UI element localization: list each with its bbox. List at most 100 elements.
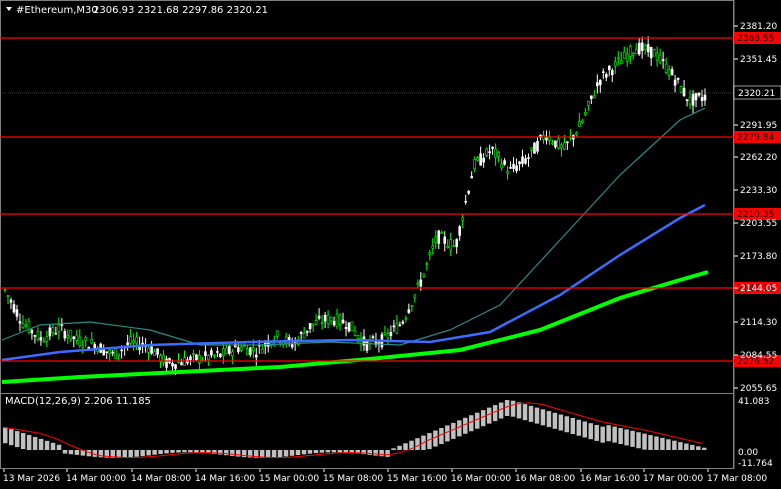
- candle-body: [66, 335, 70, 338]
- candle-body: [305, 330, 309, 333]
- level-tag-label: 2368.55: [737, 34, 774, 44]
- chart-canvas[interactable]: #Ethereum,M30 2306.93 2321.68 2297.86 23…: [0, 0, 781, 489]
- macd-bar: [642, 433, 647, 450]
- candle-body: [12, 304, 16, 313]
- candle-body: [192, 353, 195, 355]
- dropdown-triangle-icon[interactable]: [6, 7, 12, 11]
- candle-body: [213, 354, 216, 357]
- candle-body: [48, 327, 52, 337]
- candle-body: [422, 273, 426, 278]
- time-tick-label: 14 Mar 08:00: [131, 474, 191, 484]
- candle-body: [347, 322, 351, 332]
- candle-body: [228, 346, 231, 354]
- candle-body: [240, 346, 243, 351]
- candle-body: [637, 42, 641, 55]
- macd-bar: [504, 399, 510, 416]
- macd-bar: [582, 421, 588, 438]
- candle-body: [578, 120, 581, 127]
- candle-body: [314, 320, 318, 325]
- macd-bar: [480, 410, 486, 427]
- candle-body: [57, 324, 61, 332]
- candle-body: [416, 282, 420, 285]
- candle-body: [108, 349, 112, 355]
- price-tick-label: 2381.20: [740, 22, 777, 32]
- macd-bar: [289, 450, 295, 456]
- macd-bar: [176, 450, 181, 453]
- candle-body: [287, 337, 291, 341]
- candle-body: [132, 339, 135, 344]
- macd-bar: [68, 450, 74, 455]
- candle-body: [171, 362, 174, 367]
- candle-body: [619, 59, 623, 65]
- candle-body: [584, 112, 587, 115]
- candle-body: [461, 217, 464, 221]
- candle-body: [30, 329, 34, 334]
- macd-bar: [44, 440, 50, 450]
- candle-body: [84, 337, 88, 341]
- time-tick-label: 17 Mar 08:00: [707, 474, 767, 484]
- candle-body: [69, 329, 73, 340]
- candle-body: [515, 165, 518, 171]
- candle-body: [251, 347, 255, 352]
- candle-body: [449, 239, 453, 250]
- macd-bar: [463, 417, 468, 434]
- price-tick-label: 2055.65: [740, 384, 777, 394]
- candle-body: [323, 315, 327, 322]
- candle-body: [413, 294, 417, 298]
- macd-bar: [618, 428, 623, 445]
- ohlc-readout: 2306.93 2321.68 2297.86 2320.21: [93, 5, 268, 16]
- candle-body: [311, 323, 315, 326]
- moving-averages-layer: [1, 107, 709, 384]
- macd-bar: [194, 450, 199, 453]
- horizontal-levels-layer[interactable]: 2368.552279.842210.352145.182076.52: [0, 32, 781, 367]
- main-pane-border: [0, 0, 734, 394]
- candle-body: [604, 74, 608, 78]
- level-tag-label: 2279.84: [737, 133, 774, 143]
- candle-body: [201, 359, 204, 361]
- macd-bar: [474, 412, 480, 429]
- ma-fast-line: [1, 107, 706, 346]
- candle-body: [509, 167, 512, 169]
- candle-body: [440, 232, 444, 234]
- macd-bar: [182, 450, 187, 453]
- macd-bar: [38, 438, 44, 450]
- macd-bar: [367, 450, 372, 455]
- candle-body: [120, 349, 123, 352]
- candle-body: [649, 46, 653, 59]
- time-tick-label: 14 Mar 16:00: [195, 474, 255, 484]
- macd-bar: [570, 417, 576, 434]
- candle-body: [386, 332, 390, 339]
- macd-bar: [678, 442, 683, 450]
- candle-body: [503, 160, 506, 165]
- candle-body: [404, 317, 408, 320]
- candle-body: [557, 138, 560, 149]
- macd-bar: [337, 450, 343, 453]
- candle-body: [497, 152, 500, 157]
- time-tick-label: 13 Mar 2026: [3, 474, 60, 484]
- candle-body: [625, 53, 629, 62]
- candle-body: [308, 323, 312, 330]
- candle-body: [590, 95, 593, 100]
- candle-body: [524, 158, 527, 164]
- candle-body: [401, 321, 405, 324]
- macd-bar: [265, 450, 271, 458]
- macd-bar: [439, 427, 444, 444]
- macd-bar: [20, 433, 26, 450]
- price-tick-label: 2351.45: [740, 55, 777, 65]
- macd-bar: [218, 450, 223, 455]
- macd-bar: [660, 437, 665, 450]
- candle-body: [353, 330, 357, 336]
- candle-body: [207, 355, 210, 360]
- candle-body: [398, 324, 402, 327]
- macd-bar: [128, 450, 133, 458]
- candle-body: [260, 348, 264, 354]
- candle-body: [593, 95, 596, 98]
- candle-body: [27, 321, 31, 333]
- macd-bar: [50, 442, 56, 450]
- candle-body: [673, 79, 677, 86]
- macd-bar: [158, 450, 163, 455]
- candle-body: [299, 332, 303, 334]
- chart-window[interactable]: #Ethereum,M30 2306.93 2321.68 2297.86 23…: [0, 0, 781, 489]
- macd-bar: [684, 443, 689, 450]
- macd-bar: [492, 405, 498, 422]
